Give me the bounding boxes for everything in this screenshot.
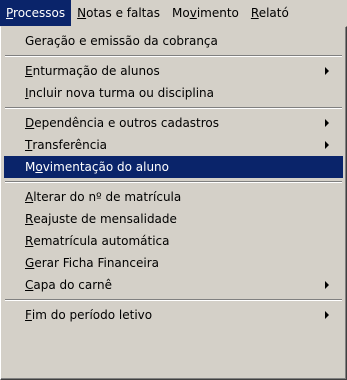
menu-item-incluir-turma[interactable]: Incluir nova turma ou disciplina xyxy=(4,82,343,104)
menu-item-accel: A xyxy=(25,190,34,204)
menu-item-accel: E xyxy=(25,64,33,78)
menu-processos-accel: P xyxy=(6,6,14,20)
menu-item-label: nturmação de alunos xyxy=(32,64,160,78)
menu-processos-label: rocessos xyxy=(13,6,66,20)
menu-item-label: ransferência xyxy=(32,138,108,152)
menu-item-label: ncluir nova turma ou disciplina xyxy=(28,86,215,100)
menu-item-accel: R xyxy=(25,234,34,248)
submenu-arrow-icon xyxy=(325,141,329,149)
menu-movimento-pre: Mo xyxy=(172,6,190,20)
menu-item-accel: D xyxy=(25,116,35,130)
menu-item-label: im do período letivo xyxy=(31,308,153,322)
menu-item-pre: M xyxy=(25,160,36,174)
menu-item-reajuste-mensalidade[interactable]: Reajuste de mensalidade xyxy=(4,208,343,230)
menu-separator xyxy=(4,52,343,60)
menu-relatorios[interactable]: Relató xyxy=(245,0,295,26)
submenu-arrow-icon xyxy=(325,67,329,75)
menu-item-label: vimentação do aluno xyxy=(42,160,169,174)
menu-item-dependencia[interactable]: Dependência e outros cadastros xyxy=(4,112,343,134)
menu-item-accel: o xyxy=(35,160,43,174)
processos-dropdown-menu: Geração e emissão da cobrança Enturmação… xyxy=(0,26,347,380)
menu-item-label: lterar do nº de matrícula xyxy=(33,190,182,204)
menu-item-accel: F xyxy=(25,308,32,322)
menu-item-accel: C xyxy=(25,278,34,292)
menu-separator xyxy=(4,104,343,112)
menu-bar: Processos Notas e faltas Movimento Relat… xyxy=(0,0,347,26)
menu-movimento-accel: v xyxy=(189,6,197,20)
menu-item-fim-periodo[interactable]: Fim do período letivo xyxy=(4,304,343,326)
menu-item-label: eajuste de mensalidade xyxy=(33,212,177,226)
menu-item-accel: T xyxy=(25,138,33,152)
menu-item-accel: G xyxy=(25,256,35,270)
menu-item-enturmacao[interactable]: Enturmação de alunos xyxy=(4,60,343,82)
menu-item-geracao-cobranca[interactable]: Geração e emissão da cobrança xyxy=(4,30,343,52)
menu-notas-accel: N xyxy=(77,6,87,20)
submenu-arrow-icon xyxy=(325,119,329,127)
menu-processos[interactable]: Processos xyxy=(0,0,72,26)
menu-item-label: apa do carnê xyxy=(33,278,112,292)
menu-item-movimentacao-aluno[interactable]: Mo vimentação do aluno xyxy=(4,156,343,178)
menu-separator xyxy=(4,296,343,304)
menu-item-label: erar Ficha Financeira xyxy=(34,256,159,270)
menu-relatorios-label: elató xyxy=(258,6,289,20)
menu-separator xyxy=(4,178,343,186)
menu-movimento[interactable]: Movimento xyxy=(166,0,245,26)
menu-movimento-label: imento xyxy=(196,6,239,20)
menu-item-label: Geração e emissão da cobrança xyxy=(25,34,218,48)
menu-notas-e-faltas[interactable]: Notas e faltas xyxy=(71,0,166,26)
menu-item-transferencia[interactable]: Transferência xyxy=(4,134,343,156)
menu-item-alterar-matricula[interactable]: Alterar do nº de matrícula xyxy=(4,186,343,208)
menu-notas-label: otas e faltas xyxy=(86,6,160,20)
menu-item-ficha-financeira[interactable]: Gerar Ficha Financeira xyxy=(4,252,343,274)
menu-item-label: ematrícula automática xyxy=(33,234,170,248)
menu-item-accel: R xyxy=(25,212,34,226)
submenu-arrow-icon xyxy=(325,311,329,319)
submenu-arrow-icon xyxy=(325,281,329,289)
menu-item-label: ependência e outros cadastros xyxy=(34,116,220,130)
menu-relatorios-accel: R xyxy=(250,6,259,20)
menu-item-rematricula[interactable]: Rematrícula automática xyxy=(4,230,343,252)
menu-item-capa-carne[interactable]: Capa do carnê xyxy=(4,274,343,296)
